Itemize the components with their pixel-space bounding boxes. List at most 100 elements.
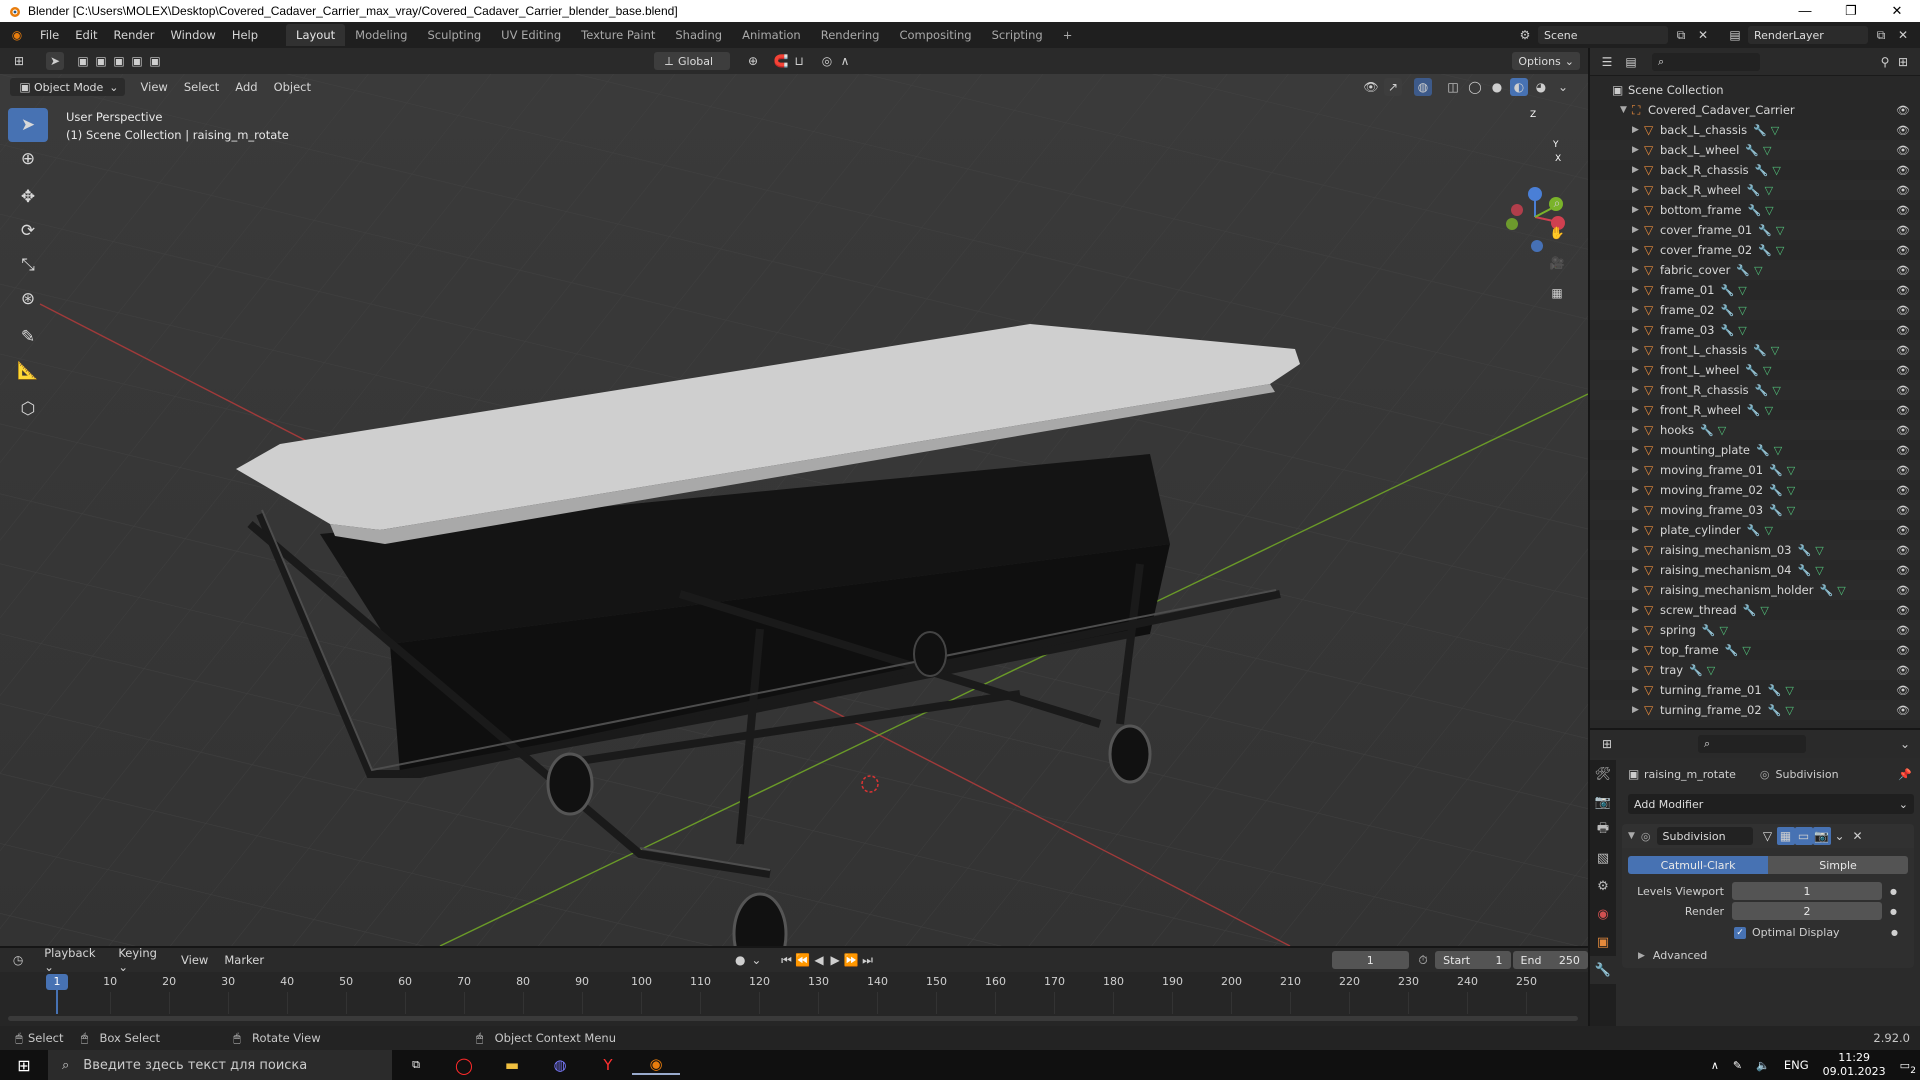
modifier-wrench-icon[interactable]: 🔧: [1702, 624, 1716, 637]
eye-icon[interactable]: 👁: [1896, 204, 1910, 217]
camera-view-icon[interactable]: 🎥: [1548, 254, 1566, 272]
delete-render-layer-icon[interactable]: ✕: [1894, 26, 1912, 44]
timeline-scrollbar[interactable]: [8, 1016, 1578, 1021]
viewport-menu-object[interactable]: Object: [266, 80, 319, 94]
eye-icon[interactable]: 👁: [1896, 164, 1910, 177]
expand-arrow-icon[interactable]: ▶: [1632, 545, 1644, 555]
volume-icon[interactable]: 🔈: [1756, 1059, 1770, 1072]
modifier-wrench-icon[interactable]: 🔧: [1745, 144, 1759, 157]
snap-target-icon[interactable]: ⊔: [790, 52, 808, 70]
mesh-data-icon[interactable]: ▽: [1787, 484, 1795, 497]
eye-icon[interactable]: 👁: [1896, 564, 1910, 577]
properties-search-input[interactable]: ⌕: [1698, 735, 1806, 753]
outliner-item[interactable]: ▶ ▽ turning_frame_01 🔧 ▽ 👁: [1590, 680, 1920, 700]
outliner-item[interactable]: ▶ ▽ screw_thread 🔧 ▽ 👁: [1590, 600, 1920, 620]
timeline-scrubber[interactable]: 1 10 20 30 40 50 60 70 80 90 100 110 120 130 140 150 160…: [0, 972, 1588, 1026]
outliner-item[interactable]: ▶ ▽ plate_cylinder 🔧 ▽ 👁: [1590, 520, 1920, 540]
outliner-item[interactable]: ▶ ▽ raising_mechanism_03 🔧 ▽ 👁: [1590, 540, 1920, 560]
mesh-data-icon[interactable]: ▽: [1760, 604, 1768, 617]
mesh-data-icon[interactable]: ▽: [1774, 444, 1782, 457]
mesh-data-icon[interactable]: ▽: [1765, 204, 1773, 217]
mesh-data-icon[interactable]: ▽: [1772, 384, 1780, 397]
tab-compositing[interactable]: Compositing: [889, 24, 981, 46]
tab-shading[interactable]: Shading: [665, 24, 732, 46]
filter-icon[interactable]: ⚲: [1876, 53, 1894, 71]
file-explorer-icon[interactable]: ▬: [488, 1056, 536, 1074]
blender-menu-icon[interactable]: ◉: [8, 26, 26, 44]
modifier-wrench-icon[interactable]: 🔧: [1747, 404, 1761, 417]
outliner-item[interactable]: ▶ ▽ moving_frame_01 🔧 ▽ 👁: [1590, 460, 1920, 480]
outliner-scene-collection[interactable]: ▣ Scene Collection: [1590, 80, 1920, 100]
next-keyframe-icon[interactable]: ⏩: [843, 951, 859, 969]
outliner-item[interactable]: ▶ ▽ back_L_wheel 🔧 ▽ 👁: [1590, 140, 1920, 160]
clock[interactable]: 11:29 09.01.2023: [1823, 1051, 1886, 1079]
keying-dropdown-icon[interactable]: ⌄: [748, 951, 764, 969]
modifier-wrench-icon[interactable]: 🔧: [1700, 424, 1714, 437]
expand-arrow-icon[interactable]: ▶: [1632, 525, 1644, 535]
mesh-data-icon[interactable]: ▽: [1738, 284, 1746, 297]
expand-arrow-icon[interactable]: ▶: [1632, 605, 1644, 615]
outliner-editor-type-icon[interactable]: ☰: [1598, 53, 1616, 71]
expand-arrow-icon[interactable]: ▶: [1638, 951, 1645, 961]
outliner-item[interactable]: ▶ ▽ front_L_wheel 🔧 ▽ 👁: [1590, 360, 1920, 380]
playback-menu[interactable]: Playback ⌄: [36, 946, 110, 974]
outliner-item[interactable]: ▶ ▽ top_frame 🔧 ▽ 👁: [1590, 640, 1920, 660]
wireframe-shading-icon[interactable]: ◯: [1466, 78, 1484, 96]
viewport-canvas[interactable]: [0, 74, 1588, 946]
object-mode-dropdown[interactable]: ▣ Object Mode ⌄: [10, 78, 125, 96]
render-toggle-icon[interactable]: 📷: [1812, 827, 1831, 845]
maximize-button[interactable]: ❐: [1828, 3, 1874, 19]
expand-arrow-icon[interactable]: ▶: [1632, 285, 1644, 295]
viewport-toggle-icon[interactable]: ▭: [1794, 827, 1813, 845]
eye-icon[interactable]: 👁: [1896, 524, 1910, 537]
expand-arrow-icon[interactable]: ▶: [1632, 705, 1644, 715]
end-frame-field[interactable]: End 250: [1512, 951, 1588, 969]
modifier-wrench-icon[interactable]: 🔧: [1721, 304, 1735, 317]
expand-arrow-icon[interactable]: ▶: [1632, 425, 1644, 435]
render-levels-field[interactable]: 2: [1732, 902, 1882, 920]
add-cube-tool[interactable]: ⬡: [8, 392, 48, 426]
modifier-wrench-icon[interactable]: 🔧: [1753, 124, 1767, 137]
eye-icon[interactable]: 👁: [1896, 384, 1910, 397]
expand-arrow-icon[interactable]: ▶: [1632, 205, 1644, 215]
keyframe-dot-icon[interactable]: ●: [1890, 887, 1897, 896]
mesh-data-icon[interactable]: ▽: [1785, 684, 1793, 697]
transform-orientation-dropdown[interactable]: ⟂ Global: [654, 52, 730, 70]
add-workspace-button[interactable]: +: [1053, 24, 1083, 46]
material-shading-icon[interactable]: ◐: [1510, 78, 1528, 96]
play-reverse-icon[interactable]: ◀: [811, 951, 827, 969]
mesh-data-icon[interactable]: ▽: [1772, 164, 1780, 177]
yandex-browser-icon[interactable]: Y: [584, 1056, 632, 1074]
rendered-shading-icon[interactable]: ◕: [1532, 78, 1550, 96]
modifier-wrench-icon[interactable]: 🔧: [1736, 264, 1750, 277]
scene-tab[interactable]: ⚙: [1590, 872, 1616, 900]
remove-modifier-icon[interactable]: ✕: [1849, 827, 1867, 845]
outliner-item[interactable]: ▶ ▽ front_R_chassis 🔧 ▽ 👁: [1590, 380, 1920, 400]
expand-arrow-icon[interactable]: ▶: [1632, 385, 1644, 395]
outliner-item[interactable]: ▶ ▽ moving_frame_02 🔧 ▽ 👁: [1590, 480, 1920, 500]
taskbar-search-input[interactable]: ⌕ Введите здесь текст для поиска: [48, 1050, 392, 1080]
object-tab[interactable]: ▣: [1590, 928, 1616, 956]
eye-icon[interactable]: 👁: [1896, 584, 1910, 597]
gizmos-icon[interactable]: ↗: [1384, 78, 1402, 96]
preview-range-icon[interactable]: ⏱: [1415, 951, 1431, 969]
modifier-menu-icon[interactable]: ⌄: [1831, 827, 1849, 845]
eye-icon[interactable]: 👁: [1896, 624, 1910, 637]
outliner-search-input[interactable]: ⌕: [1652, 52, 1760, 71]
expand-arrow-icon[interactable]: ▶: [1632, 405, 1644, 415]
move-tool[interactable]: ✥: [8, 180, 48, 214]
modifier-wrench-icon[interactable]: 🔧: [1769, 504, 1783, 517]
modifier-wrench-icon[interactable]: 🔧: [1747, 204, 1761, 217]
outliner-item[interactable]: ▶ ▽ frame_01 🔧 ▽ 👁: [1590, 280, 1920, 300]
modifier-wrench-icon[interactable]: 🔧: [1798, 544, 1812, 557]
modifier-name-field[interactable]: Subdivision: [1656, 827, 1753, 845]
modifier-wrench-icon[interactable]: 🔧: [1721, 284, 1735, 297]
mesh-data-icon[interactable]: ▽: [1763, 144, 1771, 157]
mesh-data-icon[interactable]: ▽: [1720, 624, 1728, 637]
expand-arrow-icon[interactable]: ▶: [1632, 245, 1644, 255]
viewport-menu-add[interactable]: Add: [227, 80, 265, 94]
tab-uv-editing[interactable]: UV Editing: [491, 24, 571, 46]
tab-texture-paint[interactable]: Texture Paint: [571, 24, 665, 46]
expand-arrow-icon[interactable]: ▶: [1632, 325, 1644, 335]
task-view-icon[interactable]: ⧉: [392, 1058, 440, 1072]
